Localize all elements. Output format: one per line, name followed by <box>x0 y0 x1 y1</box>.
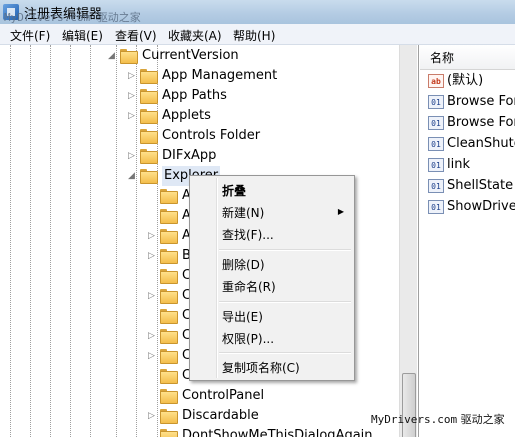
binary-value-icon: 01 <box>428 199 444 214</box>
tree-node-currentversion[interactable]: ◢ CurrentVersion <box>108 46 388 66</box>
folder-icon <box>160 189 178 204</box>
folder-icon <box>160 309 178 324</box>
collapsed-arrow-icon[interactable]: ▷ <box>128 66 138 86</box>
collapsed-arrow-icon[interactable]: ▷ <box>148 226 158 246</box>
tree-node[interactable]: ▷ Applets <box>128 106 388 126</box>
title-bar: 注册表编辑器 MyDrivers.com 驱动之家 <box>0 0 515 25</box>
binary-value-icon: 01 <box>428 157 444 172</box>
binary-value-icon: 01 <box>428 115 444 130</box>
binary-value-icon: 01 <box>428 136 444 151</box>
folder-open-icon <box>140 169 158 184</box>
menu-separator <box>219 352 351 354</box>
menu-help[interactable]: 帮助(H) <box>233 27 275 44</box>
menu-file[interactable]: 文件(F) <box>10 27 50 44</box>
menu-item-new[interactable]: 新建(N) <box>222 204 264 221</box>
folder-icon <box>160 409 178 424</box>
folder-icon <box>160 229 178 244</box>
folder-icon <box>160 249 178 264</box>
folder-icon <box>160 429 178 437</box>
collapsed-arrow-icon[interactable]: ▷ <box>148 286 158 306</box>
menu-separator <box>219 249 351 251</box>
menu-item-delete[interactable]: 删除(D) <box>222 256 265 273</box>
tree-node[interactable]: ▷ App Paths <box>128 86 388 106</box>
tree-node[interactable]: ▷ DIFxApp <box>128 146 388 166</box>
menu-edit[interactable]: 编辑(E) <box>62 27 103 44</box>
value-row[interactable]: 01CleanShutdc <box>428 134 515 154</box>
binary-value-icon: 01 <box>428 178 444 193</box>
value-row[interactable]: 01 Browse For <box>428 113 515 133</box>
expanded-arrow-icon[interactable]: ◢ <box>108 46 118 66</box>
folder-icon <box>140 89 158 104</box>
value-row[interactable]: 01 link <box>428 155 470 175</box>
tree-node-discardable[interactable]: ▷ Discardable <box>148 406 398 426</box>
scrollbar-thumb[interactable] <box>402 373 416 437</box>
folder-icon <box>160 369 178 384</box>
menu-item-export[interactable]: 导出(E) <box>222 308 263 325</box>
folder-icon <box>140 109 158 124</box>
folder-icon <box>140 149 158 164</box>
tree-node-controlpanel[interactable]: ControlPanel <box>148 386 398 406</box>
collapsed-arrow-icon[interactable]: ▷ <box>128 146 138 166</box>
expanded-arrow-icon[interactable]: ◢ <box>128 166 138 186</box>
value-row[interactable]: ab (默认) <box>428 71 483 91</box>
collapsed-arrow-icon[interactable]: ▷ <box>148 326 158 346</box>
menu-bar: 文件(F) 编辑(E) 查看(V) 收藏夹(A) 帮助(H) <box>0 24 515 45</box>
collapsed-arrow-icon[interactable]: ▷ <box>148 246 158 266</box>
binary-value-icon: 01 <box>428 94 444 109</box>
menu-separator <box>219 301 351 303</box>
tree-node-dontshow[interactable]: DontShowMeThisDialogAgain <box>148 426 398 437</box>
value-row[interactable]: 01ShowDriveL <box>428 197 515 217</box>
menu-item-collapse[interactable]: 折叠 <box>222 182 246 199</box>
folder-icon <box>160 269 178 284</box>
value-row[interactable]: 01 ShellState <box>428 176 513 196</box>
values-pane[interactable]: 名称 ab (默认) 01 Browse For 01 Browse For 01 Cl… <box>420 45 515 437</box>
watermark-bottom: MyDrivers.com 驱动之家 <box>371 413 505 426</box>
menu-item-rename[interactable]: 重命名(R) <box>222 278 276 295</box>
folder-icon <box>160 289 178 304</box>
context-menu: 折叠 新建(N) ▶ 查找(F)... 删除(D) 重命名(R) 导出(E) 权… <box>189 175 355 381</box>
submenu-arrow-icon: ▶ <box>337 207 344 216</box>
tree-node[interactable]: ▷ App Management <box>128 66 388 86</box>
folder-open-icon <box>120 49 138 64</box>
folder-icon <box>160 329 178 344</box>
menu-item-permissions[interactable]: 权限(P)... <box>222 330 274 347</box>
collapsed-arrow-icon[interactable]: ▷ <box>128 106 138 126</box>
watermark-top: MyDrivers.com 驱动之家 <box>4 11 141 24</box>
folder-icon <box>160 349 178 364</box>
folder-icon <box>160 209 178 224</box>
menu-favorites[interactable]: 收藏夹(A) <box>168 27 222 44</box>
menu-item-find[interactable]: 查找(F)... <box>222 226 274 243</box>
collapsed-arrow-icon[interactable]: ▷ <box>128 86 138 106</box>
column-header-name[interactable]: 名称 <box>420 45 515 70</box>
string-value-icon: ab <box>428 73 444 88</box>
tree-node[interactable]: Controls Folder <box>128 126 388 146</box>
menu-view[interactable]: 查看(V) <box>115 27 157 44</box>
value-row[interactable]: 01 Browse For <box>428 92 515 112</box>
folder-icon <box>160 389 178 404</box>
folder-icon <box>140 129 158 144</box>
folder-icon <box>140 69 158 84</box>
collapsed-arrow-icon[interactable]: ▷ <box>148 406 158 426</box>
menu-item-copy-key-name[interactable]: 复制项名称(C) <box>222 359 300 376</box>
tree-scrollbar[interactable] <box>399 45 417 437</box>
collapsed-arrow-icon[interactable]: ▷ <box>148 346 158 366</box>
